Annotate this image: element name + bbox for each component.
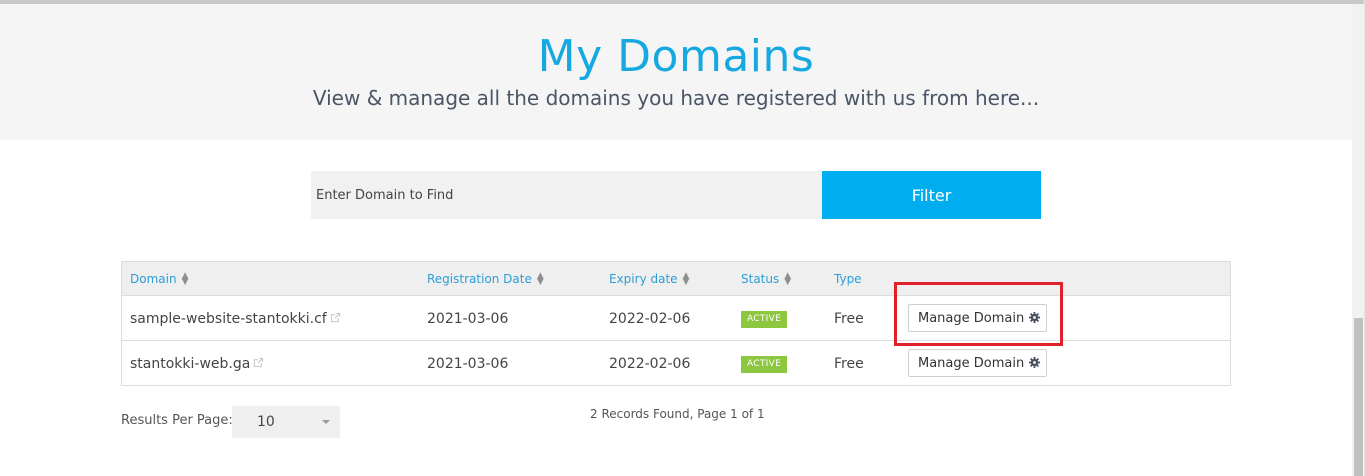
table-header: Domain ▲ ▼ Registration Date ▲ ▼ Expiry date… <box>122 262 1230 296</box>
type-cell: Free <box>834 311 864 327</box>
sort-icon: ▲ ▼ <box>784 271 792 287</box>
registration-date-cell: 2021-03-06 <box>427 356 509 372</box>
table-row: stantokki-web.ga 2021-03-06 2022-02-06 A… <box>122 341 1230 386</box>
external-link-icon[interactable] <box>330 312 341 323</box>
page-header: My Domains View & manage all the domains… <box>0 4 1352 140</box>
domain-cell: stantokki-web.ga <box>130 355 264 373</box>
highlight-annotation <box>894 282 1063 346</box>
column-header-expiry-date[interactable]: Expiry date ▲ ▼ <box>609 271 689 287</box>
column-header-status[interactable]: Status ▲ ▼ <box>741 271 791 287</box>
gear-icon <box>1029 356 1041 368</box>
sort-icon: ▲ ▼ <box>536 271 544 287</box>
status-badge: ACTIVE <box>741 311 788 328</box>
registration-date-cell: 2021-03-06 <box>427 311 509 327</box>
expiry-date-cell: 2022-02-06 <box>609 356 691 372</box>
table-row: sample-website-stantokki.cf 2021-03-06 2… <box>122 296 1230 341</box>
results-per-page-select[interactable]: 10 <box>232 406 340 438</box>
column-header-domain[interactable]: Domain ▲ ▼ <box>130 271 189 287</box>
sort-icon: ▲ ▼ <box>181 271 189 287</box>
type-cell: Free <box>834 356 864 372</box>
column-header-registration-date[interactable]: Registration Date ▲ ▼ <box>427 271 544 287</box>
external-link-icon[interactable] <box>253 357 264 368</box>
page-title: My Domains <box>537 31 815 82</box>
expiry-date-cell: 2022-02-06 <box>609 311 691 327</box>
results-per-page-label: Results Per Page: <box>121 413 233 428</box>
manage-domain-button[interactable]: Manage Domain <box>908 349 1047 377</box>
results-per-page-value: 10 <box>257 414 275 430</box>
domain-search-input[interactable] <box>311 171 822 219</box>
records-found-text: 2 Records Found, Page 1 of 1 <box>590 407 765 421</box>
scrollbar-thumb[interactable] <box>1354 318 1363 476</box>
column-header-type: Type <box>834 272 862 286</box>
sort-icon: ▲ ▼ <box>682 271 690 287</box>
domain-cell: sample-website-stantokki.cf <box>130 310 341 328</box>
chevron-down-icon <box>322 420 330 424</box>
domains-table: Domain ▲ ▼ Registration Date ▲ ▼ Expiry date… <box>121 261 1231 386</box>
status-badge: ACTIVE <box>741 356 788 373</box>
domain-link[interactable]: sample-website-stantokki.cf <box>130 311 327 327</box>
page-subtitle: View & manage all the domains you have r… <box>312 86 1040 110</box>
domain-link[interactable]: stantokki-web.ga <box>130 356 250 372</box>
filter-button[interactable]: Filter <box>822 171 1041 219</box>
